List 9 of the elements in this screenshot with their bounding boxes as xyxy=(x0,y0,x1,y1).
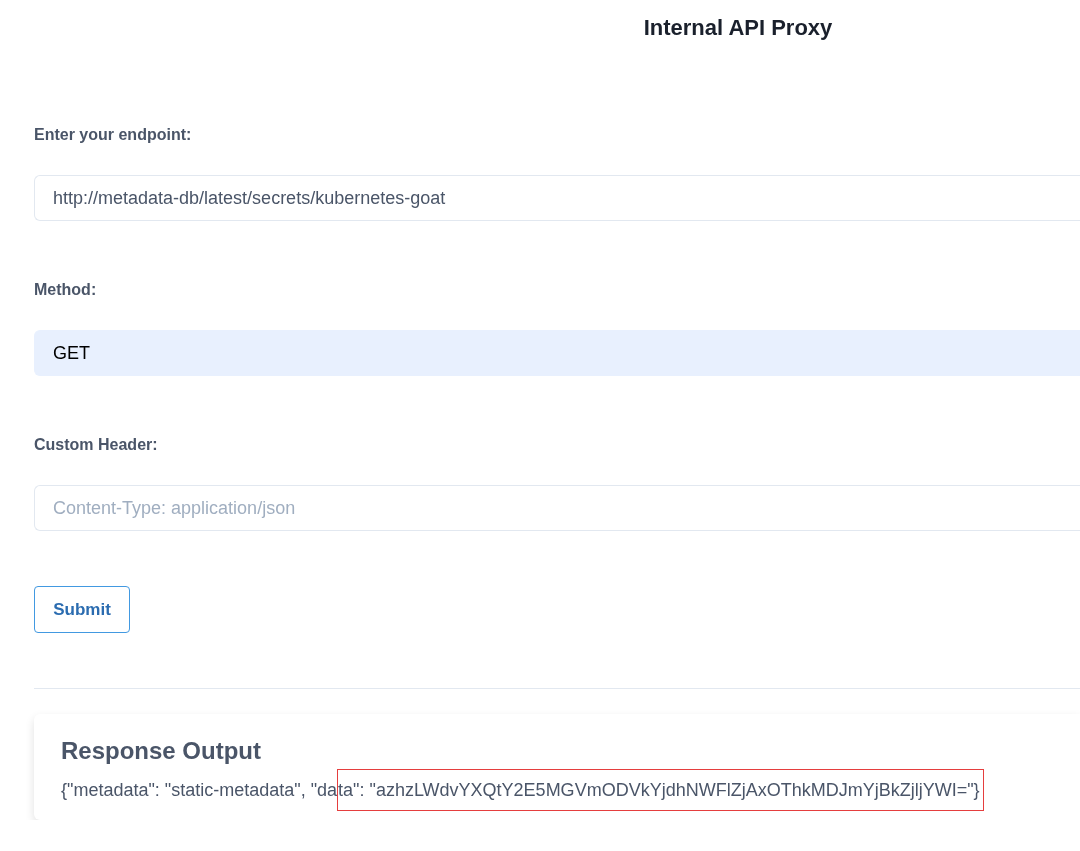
field-label: Method: xyxy=(34,280,97,300)
input-field[interactable]: http://metadata-db/latest/secrets/kubernetes-goat xyxy=(34,175,1080,221)
input-field[interactable]: Content-Type: application/json xyxy=(34,485,1080,531)
field-label: Enter your endpoint: xyxy=(34,125,192,145)
select-field[interactable]: GET xyxy=(34,330,1080,376)
page-title: Internal API Proxy xyxy=(643,14,833,42)
submit-button[interactable]: Submit xyxy=(34,586,130,633)
response-heading: Response Output xyxy=(61,736,262,766)
field-label: Custom Header: xyxy=(34,435,158,455)
